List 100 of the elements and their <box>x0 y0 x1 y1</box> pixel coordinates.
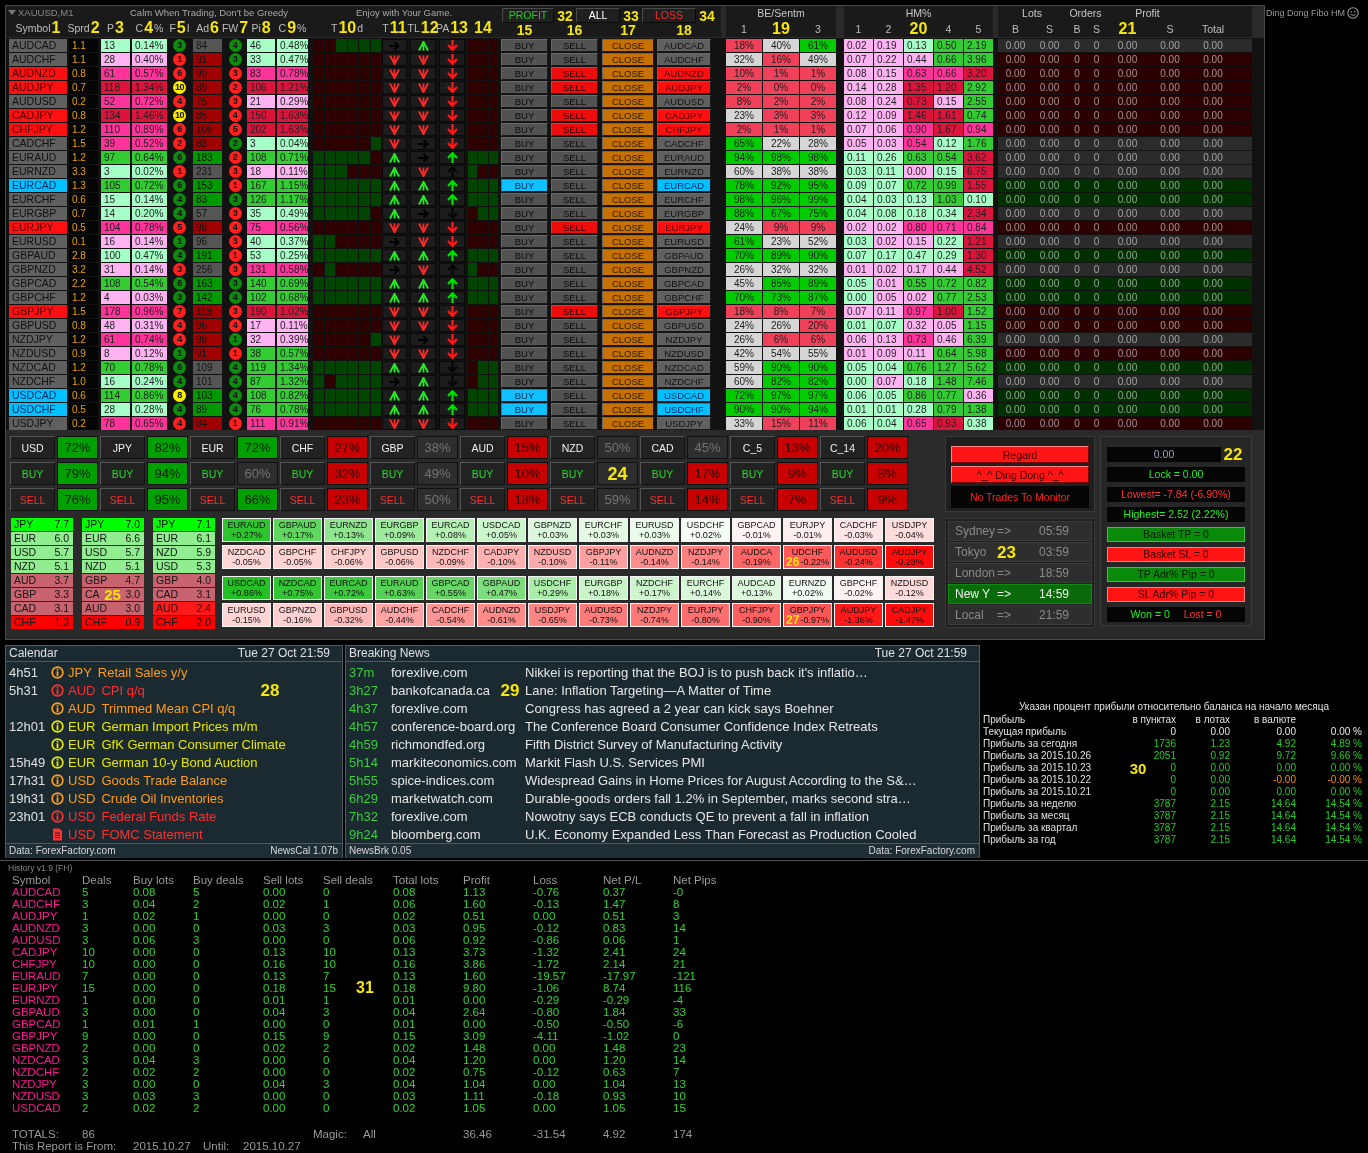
symbol-button[interactable]: EURJPY <box>657 221 711 234</box>
buy-button[interactable]: BUY <box>501 291 548 304</box>
news-headline[interactable]: Widespread Gains in Home Prices for August According to the S&… <box>525 772 917 788</box>
sell-button[interactable]: SELL <box>551 179 598 192</box>
news-headline[interactable]: The Conference Board Consumer Confidence Index Retreats <box>525 718 878 734</box>
close-button[interactable]: CLOSE <box>602 235 654 248</box>
buy-button[interactable]: BUY <box>501 81 548 94</box>
buy-button[interactable]: BUY <box>640 462 685 485</box>
sell-button[interactable]: SELL <box>460 488 505 511</box>
buy-button[interactable]: BUY <box>190 462 235 485</box>
sell-button[interactable]: SELL <box>550 488 595 511</box>
sell-button[interactable]: SELL <box>551 165 598 178</box>
news-headline[interactable]: Lane: Inflation Targeting—A Matter of Time <box>525 682 772 698</box>
close-button[interactable]: CLOSE <box>602 403 654 416</box>
currency-button[interactable]: AUD <box>460 436 505 459</box>
close-button[interactable]: CLOSE <box>602 81 654 94</box>
close-button[interactable]: CLOSE <box>602 417 654 430</box>
close-button[interactable]: CLOSE <box>602 109 654 122</box>
currency-button[interactable]: C_14 <box>820 436 865 459</box>
close-button[interactable]: CLOSE <box>602 305 654 318</box>
buy-button[interactable]: BUY <box>460 462 505 485</box>
news-source[interactable]: forexlive.com <box>391 664 468 680</box>
close-button[interactable]: CLOSE <box>602 347 654 360</box>
close-button[interactable]: CLOSE <box>602 333 654 346</box>
buy-button[interactable]: BUY <box>280 462 325 485</box>
buy-button[interactable]: BUY <box>501 221 548 234</box>
buy-button[interactable]: BUY <box>501 361 548 374</box>
buy-button[interactable]: BUY <box>501 333 548 346</box>
news-headline[interactable]: Nikkei is reporting that the BOJ is to push back it's inflatio… <box>525 664 868 680</box>
symbol-button[interactable]: GBPAUD <box>657 249 711 262</box>
buy-button[interactable]: BUY <box>501 67 548 80</box>
close-button[interactable]: CLOSE <box>602 193 654 206</box>
news-source[interactable]: bankofcanada.ca <box>391 682 491 698</box>
close-button[interactable]: CLOSE <box>602 249 654 262</box>
close-button[interactable]: CLOSE <box>602 207 654 220</box>
symbol-button[interactable]: AUDJPY <box>657 81 711 94</box>
sell-button[interactable]: SELL <box>551 361 598 374</box>
close-button[interactable]: CLOSE <box>602 361 654 374</box>
close-button[interactable]: CLOSE <box>602 165 654 178</box>
buy-button[interactable]: BUY <box>501 263 548 276</box>
sell-button[interactable]: SELL <box>10 488 55 511</box>
buy-button[interactable]: BUY <box>501 375 548 388</box>
sell-button[interactable]: SELL <box>551 333 598 346</box>
symbol-button[interactable]: EURUSD <box>657 235 711 248</box>
alert-button[interactable]: ^_^ Ding Dong ^_^ <box>951 466 1089 483</box>
symbol-button[interactable]: USDCHF <box>657 403 711 416</box>
news-headline[interactable]: Congress has agreed a 2 year can kick says Boehner <box>525 700 834 716</box>
sell-button[interactable]: SELL <box>551 207 598 220</box>
symbol-button[interactable]: NZDJPY <box>657 333 711 346</box>
buy-button[interactable]: BUY <box>501 109 548 122</box>
sell-button[interactable]: SELL <box>551 305 598 318</box>
news-source[interactable]: bloomberg.com <box>391 826 481 842</box>
buy-button[interactable]: BUY <box>100 462 145 485</box>
sell-button[interactable]: SELL <box>551 249 598 262</box>
buy-button[interactable]: BUY <box>501 165 548 178</box>
sell-button[interactable]: SELL <box>551 319 598 332</box>
news-source[interactable]: marketwatch.com <box>391 790 493 806</box>
symbol-button[interactable]: NZDCHF <box>657 375 711 388</box>
alert-button[interactable]: Regard <box>951 446 1089 463</box>
symbol-button[interactable]: AUDCHF <box>657 53 711 66</box>
buy-button[interactable]: BUY <box>501 137 548 150</box>
buy-button[interactable]: BUY <box>501 95 548 108</box>
buy-button[interactable]: BUY <box>501 179 548 192</box>
sell-button[interactable]: SELL <box>551 81 598 94</box>
symbol-button[interactable]: EURCAD <box>657 179 711 192</box>
currency-button[interactable]: C_5 <box>730 436 775 459</box>
news-source[interactable]: markiteconomics.com <box>391 754 517 770</box>
sell-button[interactable]: SELL <box>640 488 685 511</box>
sell-button[interactable]: SELL <box>551 263 598 276</box>
filter-button[interactable]: ALL <box>576 8 620 23</box>
buy-button[interactable]: BUY <box>370 462 415 485</box>
sell-button[interactable]: SELL <box>551 39 598 52</box>
sell-button[interactable]: SELL <box>820 488 865 511</box>
close-button[interactable]: CLOSE <box>602 95 654 108</box>
sell-button[interactable]: SELL <box>551 193 598 206</box>
symbol-button[interactable]: CADCHF <box>657 137 711 150</box>
sell-button[interactable]: SELL <box>551 151 598 164</box>
sell-button[interactable]: SELL <box>551 277 598 290</box>
symbol-button[interactable]: GBPUSD <box>657 319 711 332</box>
currency-button[interactable]: USD <box>10 436 55 459</box>
sell-button[interactable]: SELL <box>551 221 598 234</box>
symbol-button[interactable]: CADJPY <box>657 109 711 122</box>
sell-button[interactable]: SELL <box>551 95 598 108</box>
buy-button[interactable]: BUY <box>730 462 775 485</box>
buy-button[interactable]: BUY <box>501 123 548 136</box>
buy-button[interactable]: BUY <box>501 347 548 360</box>
close-button[interactable]: CLOSE <box>602 291 654 304</box>
close-button[interactable]: CLOSE <box>602 67 654 80</box>
close-button[interactable]: CLOSE <box>602 137 654 150</box>
sell-button[interactable]: SELL <box>190 488 235 511</box>
news-headline[interactable]: Nowotny says ECB conducts QE to prevent a fall in inflation <box>525 808 869 824</box>
sell-button[interactable]: SELL <box>551 417 598 430</box>
buy-button[interactable]: BUY <box>501 151 548 164</box>
close-button[interactable]: CLOSE <box>602 53 654 66</box>
buy-button[interactable]: BUY <box>501 235 548 248</box>
news-source[interactable]: conference-board.org <box>391 718 516 734</box>
close-button[interactable]: CLOSE <box>602 263 654 276</box>
currency-button[interactable]: CHF <box>280 436 325 459</box>
symbol-button[interactable]: CHFJPY <box>657 123 711 136</box>
symbol-button[interactable]: AUDCAD <box>657 39 711 52</box>
